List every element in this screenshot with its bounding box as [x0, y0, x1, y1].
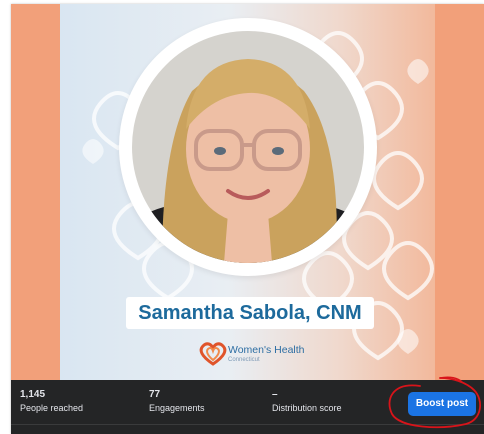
logo-subtitle: Connecticut	[228, 357, 260, 363]
post-image[interactable]: Samantha Sabola, CNM Women's Health Conn…	[11, 4, 484, 380]
stat-people-reached[interactable]: 1,145 People reached	[20, 389, 83, 414]
distribution-score-value: –	[272, 389, 278, 400]
engagements-value: 77	[149, 389, 161, 400]
post-footer-strip	[11, 424, 484, 434]
name-banner: Samantha Sabola, CNM	[126, 297, 374, 329]
stat-engagements[interactable]: 77 Engagements	[149, 389, 205, 414]
post-card: Samantha Sabola, CNM Women's Health Conn…	[11, 4, 484, 434]
right-peach-band	[435, 4, 484, 380]
profile-photo	[132, 31, 364, 263]
womens-health-logo: Women's Health Connecticut	[199, 340, 319, 372]
logo-name: Women's Health	[228, 344, 305, 356]
stat-distribution-score[interactable]: – Distribution score	[272, 389, 342, 414]
engagements-label: Engagements	[149, 403, 205, 413]
boost-post-button[interactable]: Boost post	[408, 392, 476, 416]
people-reached-label: People reached	[20, 403, 84, 413]
heart-logo-icon	[199, 342, 227, 366]
people-reached-value: 1,145	[20, 389, 46, 400]
distribution-score-label: Distribution score	[272, 403, 342, 413]
left-peach-band	[11, 4, 60, 380]
post-insights-bar: 1,145 People reached 77 Engagements – Di…	[11, 380, 484, 424]
